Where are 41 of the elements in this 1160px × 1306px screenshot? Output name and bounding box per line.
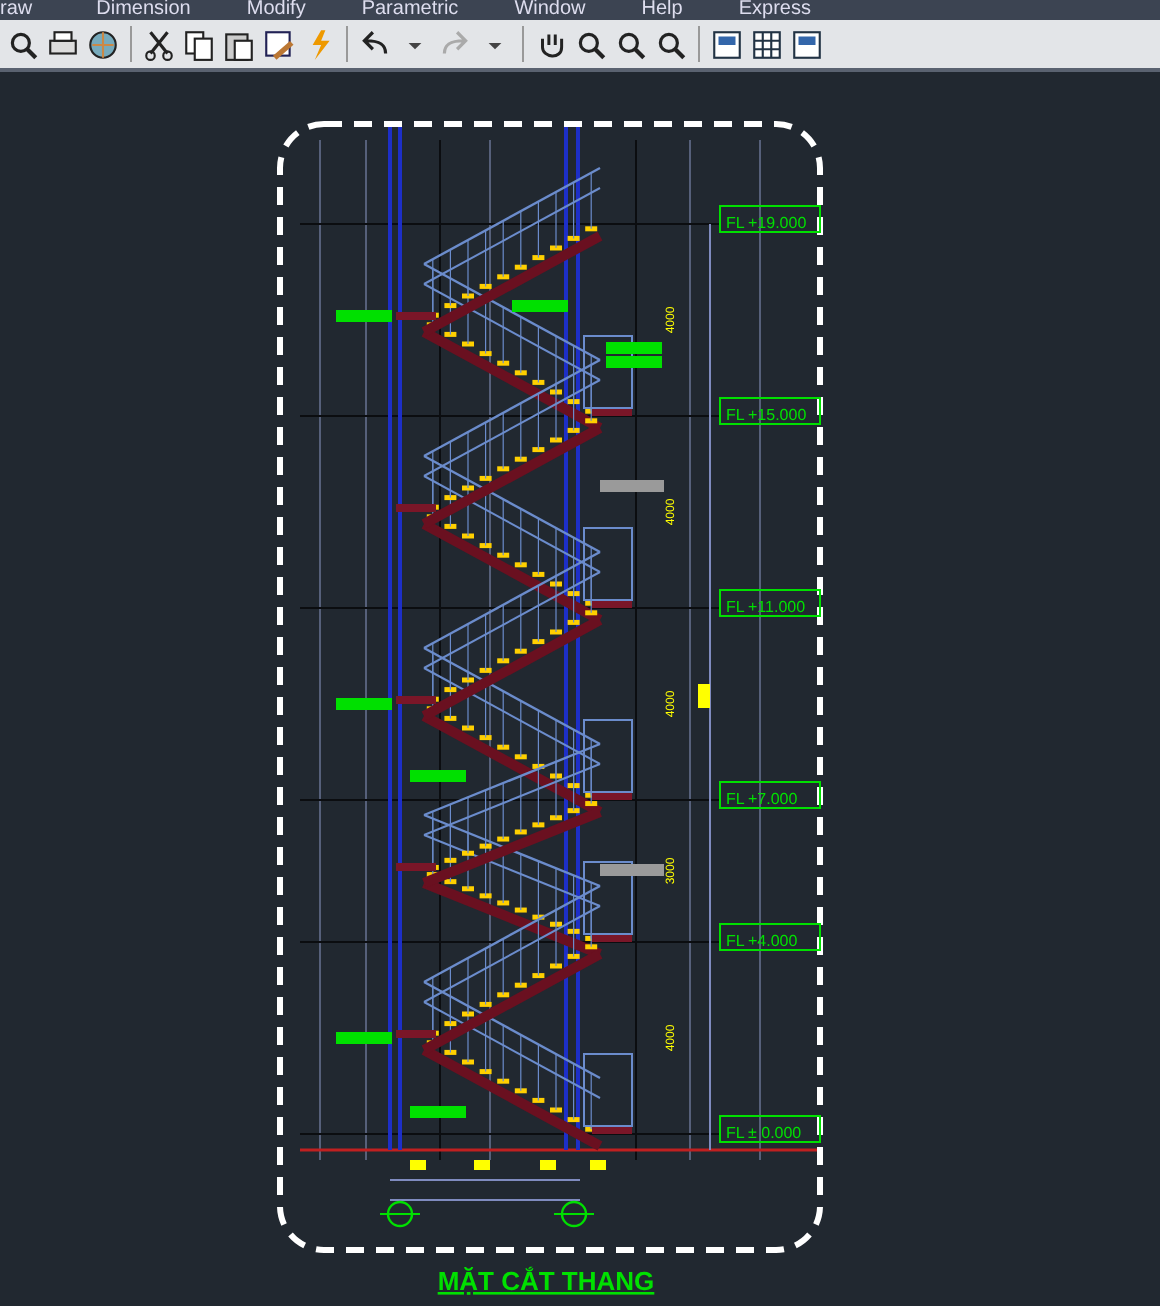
menu-item[interactable]: Dimension bbox=[96, 0, 211, 20]
level-tag bbox=[719, 589, 821, 617]
level-prefix: FL bbox=[726, 214, 745, 232]
zoom-icon[interactable] bbox=[614, 27, 648, 61]
level-tag bbox=[719, 781, 821, 809]
level-prefix: FL bbox=[726, 790, 745, 808]
zoom-icon[interactable] bbox=[574, 27, 608, 61]
panel-icon[interactable] bbox=[790, 27, 824, 61]
panel-icon[interactable] bbox=[710, 27, 744, 61]
zoom-icon[interactable] bbox=[6, 27, 40, 61]
menu-item[interactable]: Express bbox=[738, 0, 831, 20]
drawing-title: MẶT CẮT THANG bbox=[437, 1266, 655, 1296]
grid-axis-marker-icon bbox=[379, 1200, 421, 1228]
level-value: +7.000 bbox=[748, 790, 798, 808]
menu-item[interactable]: Help bbox=[641, 0, 703, 20]
level-value: +15.000 bbox=[748, 406, 807, 424]
menu-item[interactable]: raw bbox=[0, 0, 53, 20]
level-prefix: FL bbox=[726, 598, 745, 616]
cut-icon[interactable] bbox=[142, 27, 176, 61]
level-tag bbox=[719, 923, 821, 951]
level-value: ± 0.000 bbox=[748, 1124, 802, 1142]
globe-icon[interactable] bbox=[86, 27, 120, 61]
menu-item[interactable]: Window bbox=[514, 0, 606, 20]
level-prefix: FL bbox=[726, 1124, 745, 1142]
grid-axis-marker-icon bbox=[553, 1200, 595, 1228]
level-prefix: FL bbox=[726, 932, 745, 950]
grid-icon[interactable] bbox=[750, 27, 784, 61]
paste-icon[interactable] bbox=[222, 27, 256, 61]
print-icon[interactable] bbox=[46, 27, 80, 61]
zoom-icon[interactable] bbox=[654, 27, 688, 61]
menu-item[interactable]: Modify bbox=[246, 0, 326, 20]
level-value: +11.000 bbox=[748, 598, 806, 616]
level-tag bbox=[719, 205, 821, 233]
copy-icon[interactable] bbox=[182, 27, 216, 61]
level-prefix: FL bbox=[726, 406, 745, 424]
level-value: +19.000 bbox=[748, 214, 807, 232]
level-tag bbox=[719, 1115, 821, 1143]
menu-item[interactable]: Parametric bbox=[361, 0, 479, 20]
level-tag bbox=[719, 397, 821, 425]
level-value: +4.000 bbox=[748, 932, 798, 950]
brush-icon[interactable] bbox=[262, 27, 296, 61]
